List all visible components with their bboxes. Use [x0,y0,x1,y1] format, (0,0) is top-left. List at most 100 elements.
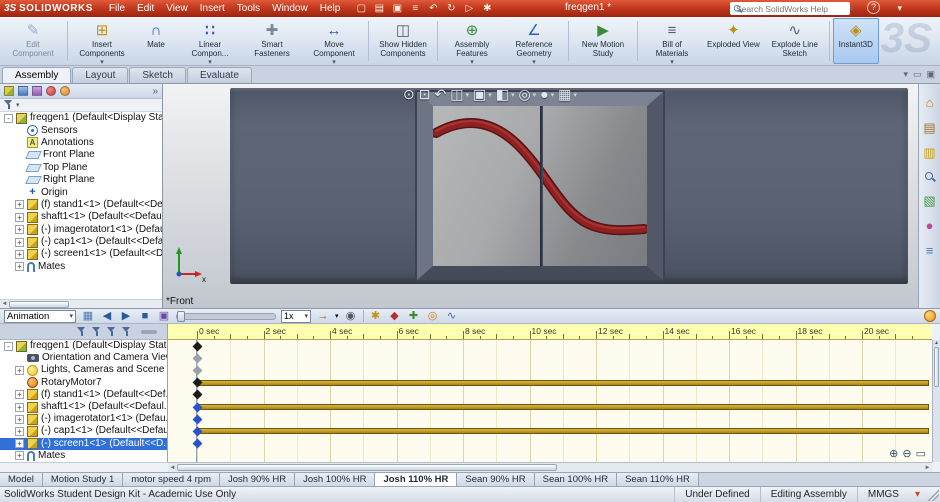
tree-item-shaft1-1[interactable]: +shaft1<1> (Default<<Defaul... [0,401,167,413]
results-icon[interactable]: ∿ [445,309,459,323]
menu-view[interactable]: View [160,2,194,15]
edit-appearance-icon[interactable]: ● [540,86,548,103]
model-screen-frame[interactable] [417,92,663,280]
tree-item-orientation[interactable]: Orientation and Camera View [0,352,167,364]
view-orientation-icon[interactable]: ▣ [473,86,486,103]
animation-wizard-icon[interactable]: ✱ [369,309,383,323]
calculate-icon[interactable]: ▦ [81,309,95,323]
filter-caret-icon[interactable]: ▾ [16,101,20,109]
timeline-vscrollbar[interactable]: ▲ [932,340,940,462]
open-icon[interactable]: ▤ [372,2,386,15]
expander-icon[interactable]: + [15,415,24,424]
tree-item-rotarymotor7[interactable]: RotaryMotor7 [0,377,167,389]
camera-view-icon[interactable]: ◉ [344,309,358,323]
timeline-change-bar[interactable] [197,380,929,386]
doc-tab-motion-study-1[interactable]: Motion Study 1 [43,473,123,486]
keyframe-diamond[interactable] [192,390,202,400]
tree-item-item[interactable]: +(-) screen1<1> (Default<<D... [0,438,167,450]
tree-item-item[interactable]: +(-) cap1<1> (Default<<Defaul... [0,425,167,437]
expander-icon[interactable]: + [15,238,24,247]
displaymanager-tab-icon[interactable] [60,86,70,96]
ribbon-button-edit-component[interactable]: Edit Component [2,18,64,64]
vscrollbar-thumb[interactable] [934,347,939,387]
tree-item-shaft1-1[interactable]: +shaft1<1> (Default<<Defaul... [0,211,162,223]
ribbon-button-bill-of-materials[interactable]: Bill of Materials▾ [641,18,703,64]
timeline-ruler[interactable]: 0 sec2 sec4 sec6 sec8 sec10 sec12 sec14 … [168,324,932,340]
loop-mode-icon[interactable]: → [316,309,330,323]
doc-tab-josh-90-hr[interactable]: Josh 90% HR [220,473,295,486]
ribbon-button-smart-fasteners[interactable]: Smart Fasteners [241,18,303,64]
scroll-up-icon[interactable]: ▲ [933,340,940,346]
save-animation-icon[interactable]: ▣ [157,309,171,323]
play-icon[interactable]: ▶ [119,309,133,323]
ribbon-button-mate[interactable]: Mate [133,18,179,64]
doc-tab-motor-speed-4-rpm[interactable]: motor speed 4 rpm [123,473,220,486]
tree-item-item[interactable]: +(-) screen1<1> (Default<<Def... [0,248,162,260]
tree-item-mates[interactable]: +Mates [0,450,167,462]
tree-item-item[interactable]: +(-) imagerotator1<1> (Defau... [0,224,162,236]
expander-icon[interactable]: - [4,114,13,123]
tree-item-top[interactable]: Top Plane [0,162,162,174]
menu-edit[interactable]: Edit [131,2,160,15]
stop-icon[interactable]: ■ [138,309,152,323]
menu-help[interactable]: Help [314,2,347,15]
scene-icon[interactable]: ▦ [558,86,571,103]
ribbon-window-icon[interactable]: ▭ [913,69,922,80]
tree-item-sensors[interactable]: Sensors [0,124,162,136]
autokey-icon[interactable]: ◆ [388,309,402,323]
search-caret-icon[interactable]: ▾ [850,4,854,13]
search-input[interactable] [736,4,847,14]
doc-tab-josh-110-hr[interactable]: Josh 110% HR [375,473,457,486]
tree-item-annotations[interactable]: Annotations [0,137,162,149]
chevron-down-icon[interactable]: ▾ [573,91,577,99]
new-document-icon[interactable]: ▢ [354,2,368,15]
chevron-down-icon[interactable]: ▾ [551,91,555,99]
dimxpertmanager-tab-icon[interactable] [46,86,56,96]
chevron-down-icon[interactable]: ▾ [335,312,339,320]
model-screen[interactable] [433,106,647,266]
model-front-panel[interactable] [415,90,665,282]
menu-file[interactable]: File [103,2,131,15]
timeline-area[interactable]: ⊕⊖▭ [168,340,932,462]
ribbon-button-new-motion-study[interactable]: New Motion Study [572,18,634,64]
ribbon-button-instant3d[interactable]: Instant3D [833,18,879,64]
panel-chevron-icon[interactable]: » [152,86,158,97]
motionmanager-toggle-icon[interactable] [924,310,936,322]
resources-icon[interactable]: ⌂ [926,96,934,110]
tab-sketch[interactable]: Sketch [129,67,186,83]
section-view-icon[interactable]: ◫ [450,86,463,103]
zoom-area-icon[interactable]: ⊡ [419,86,431,103]
study-type-select[interactable]: Animation▾ [4,310,76,323]
tree-item-freqgen1[interactable]: -freqgen1 (Default<Display State [0,112,162,124]
ribbon-button-linear-compon[interactable]: Linear Compon...▾ [179,18,241,64]
timeline-zoom-fit-icon[interactable]: ▭ [916,447,926,460]
keyframe-diamond[interactable] [192,366,202,376]
display-style-icon[interactable]: ◧ [496,86,509,103]
expander-icon[interactable]: - [4,342,13,351]
expander-icon[interactable]: + [15,250,24,259]
expander-icon[interactable]: + [15,403,24,412]
chevron-down-icon[interactable]: ▾ [533,91,537,99]
scroll-right-icon[interactable]: ► [923,465,932,471]
tree-item-item[interactable]: +(-) imagerotator1<1> (Defau... [0,413,167,425]
featuremanager-tab-icon[interactable] [4,86,14,96]
undo-icon[interactable]: ↶ [426,2,440,15]
ribbon-button-show-hidden-components[interactable]: Show Hidden Components [372,18,434,64]
doc-tab-sean-100-hr[interactable]: Sean 100% HR [535,473,617,486]
filter-icon[interactable] [4,100,13,110]
scrollbar-thumb[interactable] [9,301,69,308]
zoom-fit-icon[interactable]: ⊙ [403,86,415,103]
chevron-down-icon[interactable]: ▾ [488,91,492,99]
ribbon-button-insert-components[interactable]: Insert Components▾ [71,18,133,64]
timebar-slider-thumb[interactable] [177,311,185,322]
print-icon[interactable]: ≡ [408,2,422,15]
doc-tab-model[interactable]: Model [0,473,43,486]
play-from-start-icon[interactable]: ◀ [100,309,114,323]
save-icon[interactable]: ▣ [390,2,404,15]
options-icon[interactable]: ✱ [480,2,494,15]
help-search-box[interactable]: ▾ [730,2,850,15]
filter-all-icon[interactable] [77,327,86,337]
doc-tab-josh-100-hr[interactable]: Josh 100% HR [295,473,375,486]
timeline-change-bar[interactable] [197,404,929,410]
doc-tab-sean-90-hr[interactable]: Sean 90% HR [457,473,534,486]
